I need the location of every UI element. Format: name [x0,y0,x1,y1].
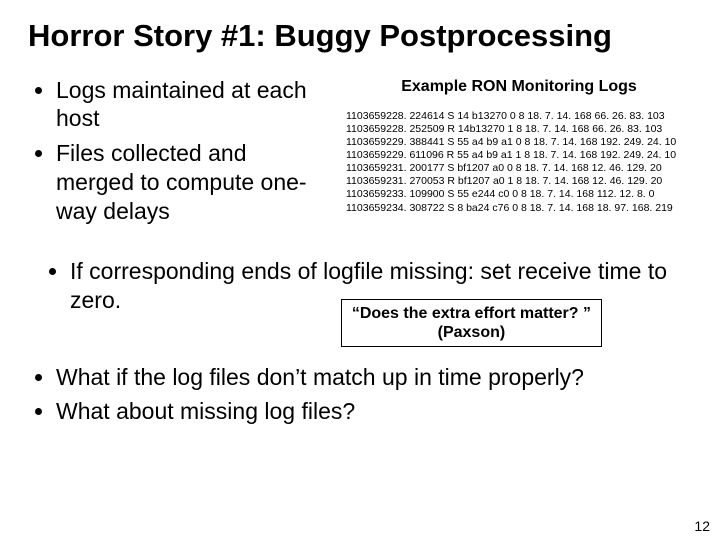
left-column: Logs maintained at each host Files colle… [28,76,328,232]
log-line: 1103659229. 388441 S 55 a4 b9 a1 0 8 18.… [346,136,692,149]
logs-heading: Example RON Monitoring Logs [346,78,692,96]
slide: Horror Story #1: Buggy Postprocessing Lo… [0,0,720,540]
quote-wrapper: “Does the extra effort matter? ” (Paxson… [28,333,692,363]
page-number: 12 [694,518,710,534]
left-bullet-list: Logs maintained at each host Files colle… [28,76,328,226]
quote-line: “Does the extra effort matter? ” [352,304,591,323]
log-line: 1103659229. 611096 R 55 a4 b9 a1 1 8 18.… [346,149,692,162]
two-column-area: Logs maintained at each host Files colle… [28,76,692,232]
log-line: 1103659231. 270053 R bf1207 a0 1 8 18. 7… [346,175,692,188]
right-column: Example RON Monitoring Logs 1103659228. … [346,76,692,215]
log-line: 1103659234. 308722 S 8 ba24 c76 0 8 18. … [346,202,692,215]
log-line: 1103659231. 200177 S bf1207 a0 0 8 18. 7… [346,162,692,175]
log-line: 1103659233. 109900 S 55 e244 c0 0 8 18. … [346,188,692,201]
quote-box: “Does the extra effort matter? ” (Paxson… [341,299,602,347]
bullet-item: What if the log files don’t match up in … [56,363,692,393]
bullet-item: Logs maintained at each host [56,76,328,134]
quote-attrib: (Paxson) [352,323,591,342]
bottom-bullet-list: What if the log files don’t match up in … [28,363,692,427]
log-line: 1103659228. 224614 S 14 b13270 0 8 18. 7… [346,110,692,123]
log-line: 1103659228. 252509 R 14b13270 1 8 18. 7.… [346,123,692,136]
log-block: 1103659228. 224614 S 14 b13270 0 8 18. 7… [346,110,692,215]
bullet-item: Files collected and merged to compute on… [56,139,328,225]
bottom-area: If corresponding ends of logfile missing… [28,257,692,426]
bullet-item: What about missing log files? [56,397,692,427]
slide-title: Horror Story #1: Buggy Postprocessing [28,18,692,54]
